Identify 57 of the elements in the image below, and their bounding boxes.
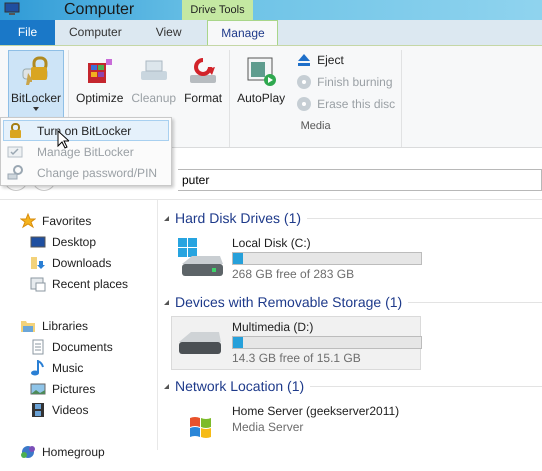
- monitor-icon: [30, 234, 46, 250]
- autoplay-icon: [245, 55, 278, 87]
- computer-icon: [4, 2, 20, 16]
- ribbon-tab[interactable]: File: [0, 20, 55, 45]
- windows-flag-icon: [188, 416, 212, 438]
- checkmark-icon: [7, 144, 23, 160]
- sidebar-item[interactable]: Music: [0, 357, 157, 378]
- drive-tile[interactable]: Home Server (geekserver2011) Media Server: [171, 400, 421, 454]
- ribbon-tab[interactable]: Manage: [207, 20, 278, 45]
- drive-name: Local Disk (C:): [232, 236, 312, 250]
- context-tab-header: Drive Tools: [182, 0, 253, 20]
- group-label: Media: [300, 120, 332, 132]
- landscape-icon: [30, 380, 46, 396]
- ribbon-button[interactable]: AutoPlay: [234, 50, 288, 114]
- ribbon-tab[interactable]: Computer: [55, 20, 136, 45]
- padlock-icon: [7, 122, 23, 138]
- recent-places-icon: [30, 276, 46, 292]
- drive-name: Multimedia (D:): [232, 320, 314, 334]
- document-icon: [30, 338, 46, 354]
- sidebar-item[interactable]: Videos: [0, 399, 157, 420]
- sidebar-item[interactable]: Downloads: [0, 252, 157, 273]
- expand-icon[interactable]: [164, 216, 169, 220]
- sidebar-item[interactable]: Documents: [0, 336, 157, 357]
- ribbon-button[interactable]: Eject: [294, 50, 398, 70]
- drive-tile[interactable]: Multimedia (D:) 14.3 GB free of 15.1 GB: [171, 316, 421, 370]
- expand-icon[interactable]: [164, 300, 169, 304]
- network-globe-icon: [20, 444, 36, 460]
- sidebar-item[interactable]: Recent places: [0, 273, 157, 294]
- film-icon: [30, 402, 46, 418]
- ribbon-button[interactable]: BitLocker: [8, 50, 64, 120]
- eject-icon: [296, 52, 312, 68]
- drive-detail: 268 GB free of 283 GB: [232, 267, 356, 281]
- drive-name: Home Server (geekserver2011): [232, 404, 400, 418]
- group-heading: Network Location (1): [175, 378, 304, 394]
- address-field[interactable]: puter: [178, 169, 542, 191]
- expand-icon[interactable]: [164, 384, 169, 388]
- folder-download-icon: [30, 254, 46, 270]
- sidebar-item[interactable]: Favorites: [0, 210, 157, 231]
- disc-icon: [296, 96, 312, 112]
- ribbon-button[interactable]: Optimize: [73, 50, 126, 114]
- group-heading: Hard Disk Drives (1): [175, 210, 302, 226]
- sidebar-item[interactable]: Desktop: [0, 231, 157, 252]
- key-icon: [7, 164, 23, 180]
- star-icon: [20, 212, 36, 228]
- drive-detail: 14.3 GB free of 15.1 GB: [232, 351, 362, 365]
- removable-drive-icon: [179, 332, 221, 354]
- ribbon-button[interactable]: Format: [181, 50, 226, 114]
- disc-icon: [296, 74, 312, 90]
- sidebar-item[interactable]: Pictures: [0, 378, 157, 399]
- music-note-icon: [30, 360, 46, 376]
- group-heading: Devices with Removable Storage (1): [175, 294, 402, 310]
- ribbon-tab[interactable]: View: [142, 20, 196, 45]
- sidebar-item[interactable]: Homegroup: [0, 441, 157, 462]
- drive-detail: Media Server: [232, 420, 304, 434]
- drive-tile[interactable]: Local Disk (C:) 268 GB free of 283 GB: [171, 232, 421, 286]
- window-title: Computer: [64, 0, 136, 20]
- sidebar-item[interactable]: Libraries: [0, 315, 157, 336]
